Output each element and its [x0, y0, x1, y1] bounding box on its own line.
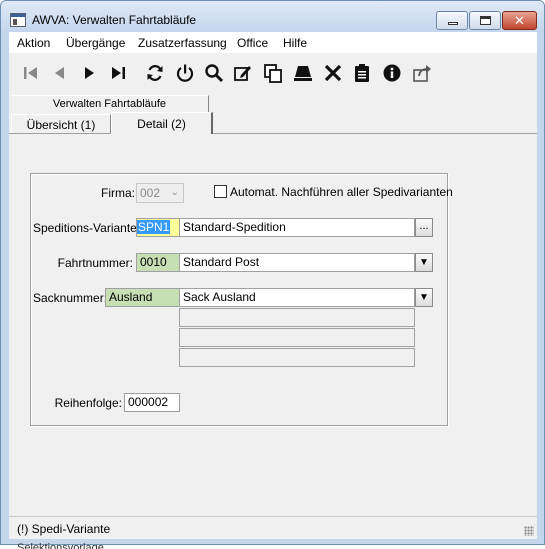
chevron-down-icon: ⌄	[170, 187, 179, 198]
maximize-button[interactable]	[469, 11, 501, 30]
refresh-button[interactable]	[144, 62, 166, 84]
fahrtnummer-name-field: Standard Post	[179, 253, 415, 272]
refresh-icon	[147, 65, 163, 81]
edit-button[interactable]	[232, 62, 254, 84]
menu-uebergaenge[interactable]: Übergänge	[66, 36, 125, 50]
sacknummer-code-input[interactable]: Ausland	[105, 288, 180, 307]
background-window-text: Selektionsvorlage	[17, 543, 104, 549]
close-button[interactable]: ✕	[502, 11, 537, 30]
sacknummer-extra-line-1	[179, 308, 415, 327]
speditions-variante-label: Speditions-Variante:	[33, 221, 141, 235]
auto-nachfuehren-label: Automat. Nachführen aller Spedivarianten	[230, 185, 453, 199]
status-bar: (!) Spedi-Variante	[9, 516, 537, 539]
export-icon	[413, 65, 431, 82]
fahrtnummer-code-input[interactable]: 0010	[136, 253, 180, 272]
application-window: AWVA: Verwalten Fahrtabläufe ✕ Aktion Üb…	[0, 0, 545, 545]
detail-panel: Firma: 002 ⌄ Automat. Nachführen aller S…	[9, 133, 537, 513]
sacknummer-label: Sacknummer:	[33, 291, 108, 305]
power-button[interactable]	[174, 62, 196, 84]
copy-icon	[264, 64, 282, 83]
speditions-code-input[interactable]: SPN1	[136, 218, 180, 237]
edit-icon	[234, 66, 251, 81]
save-icon	[294, 66, 312, 81]
reihenfolge-label: Reihenfolge:	[54, 396, 122, 410]
fahrtnummer-dropdown-button[interactable]: ▼	[415, 253, 433, 272]
info-icon	[383, 64, 401, 82]
auto-nachfuehren-checkbox[interactable]	[214, 185, 227, 198]
firma-value: 002	[140, 186, 161, 200]
copy-button[interactable]	[262, 62, 284, 84]
delete-icon	[324, 64, 342, 82]
export-button[interactable]	[411, 62, 433, 84]
clipboard-button[interactable]	[351, 62, 373, 84]
delete-button[interactable]	[322, 62, 344, 84]
speditions-name-field: Standard-Spedition	[179, 218, 415, 237]
tab-uebersicht[interactable]: Übersicht (1)	[11, 114, 111, 134]
first-record-button[interactable]	[20, 62, 42, 84]
toolbar	[9, 56, 537, 88]
search-icon	[205, 64, 224, 83]
clipboard-icon	[355, 64, 369, 82]
next-record-icon	[85, 67, 94, 79]
minimize-button[interactable]	[436, 11, 468, 30]
first-record-icon	[24, 67, 37, 79]
speditions-code-value: SPN1	[137, 220, 171, 234]
power-icon	[176, 64, 194, 82]
tab-detail[interactable]: Detail (2)	[111, 112, 213, 134]
title-bar[interactable]: AWVA: Verwalten Fahrtabläufe ✕	[1, 1, 544, 33]
last-record-icon	[112, 67, 125, 79]
info-button[interactable]	[381, 62, 403, 84]
tab-verwalten-fahrtablaeufe[interactable]: Verwalten Fahrtabläufe	[11, 95, 209, 113]
maximize-icon	[480, 16, 491, 25]
window-title: AWVA: Verwalten Fahrtabläufe	[32, 13, 197, 27]
next-record-button[interactable]	[78, 62, 100, 84]
chevron-down-icon: ▼	[419, 292, 429, 303]
menu-bar: Aktion Übergänge Zusatzerfassung Office …	[9, 32, 537, 53]
fahrtnummer-label: Fahrtnummer:	[57, 256, 133, 270]
sacknummer-name-field: Sack Ausland	[179, 288, 415, 307]
sacknummer-extra-line-2	[179, 328, 415, 347]
client-area: Aktion Übergänge Zusatzerfassung Office …	[9, 32, 537, 539]
firma-combo: 002 ⌄	[136, 183, 184, 203]
minimize-icon	[448, 22, 458, 25]
sacknummer-extra-line-3	[179, 348, 415, 367]
reihenfolge-input[interactable]: 000002	[124, 393, 180, 412]
previous-record-button[interactable]	[49, 62, 71, 84]
status-text: (!) Spedi-Variante	[17, 522, 111, 536]
menu-office[interactable]: Office	[237, 36, 268, 50]
menu-zusatzerfassung[interactable]: Zusatzerfassung	[138, 36, 227, 50]
menu-hilfe[interactable]: Hilfe	[283, 36, 307, 50]
menu-aktion[interactable]: Aktion	[17, 36, 50, 50]
save-button[interactable]	[292, 62, 314, 84]
sacknummer-dropdown-button[interactable]: ▼	[415, 288, 433, 307]
speditions-lookup-button[interactable]: ...	[415, 218, 433, 237]
app-window-icon[interactable]	[10, 13, 26, 27]
resize-grip-icon[interactable]	[524, 526, 534, 536]
previous-record-icon	[55, 67, 64, 79]
close-icon: ✕	[514, 13, 525, 28]
search-button[interactable]	[203, 62, 225, 84]
chevron-down-icon: ▼	[419, 257, 429, 268]
last-record-button[interactable]	[107, 62, 129, 84]
firma-label: Firma:	[101, 186, 135, 200]
detail-group-box: Firma: 002 ⌄ Automat. Nachführen aller S…	[30, 173, 453, 426]
